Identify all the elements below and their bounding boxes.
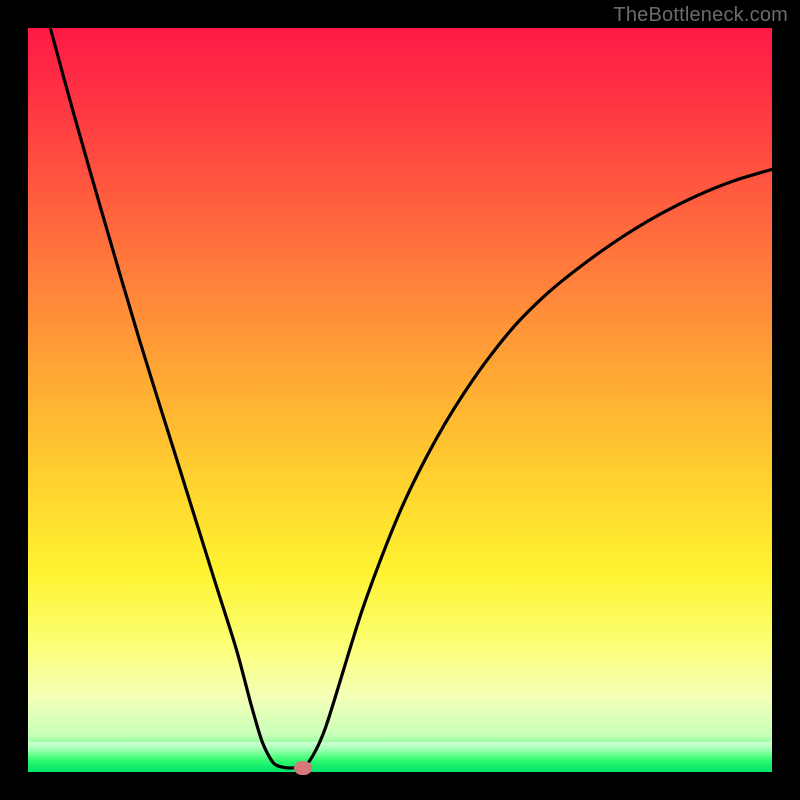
plot-area: [28, 28, 772, 772]
minimum-marker: [294, 761, 312, 775]
chart-frame: TheBottleneck.com: [0, 0, 800, 800]
curve-svg: [28, 28, 772, 772]
watermark-text: TheBottleneck.com: [613, 4, 788, 27]
bottleneck-curve-path: [50, 28, 772, 768]
